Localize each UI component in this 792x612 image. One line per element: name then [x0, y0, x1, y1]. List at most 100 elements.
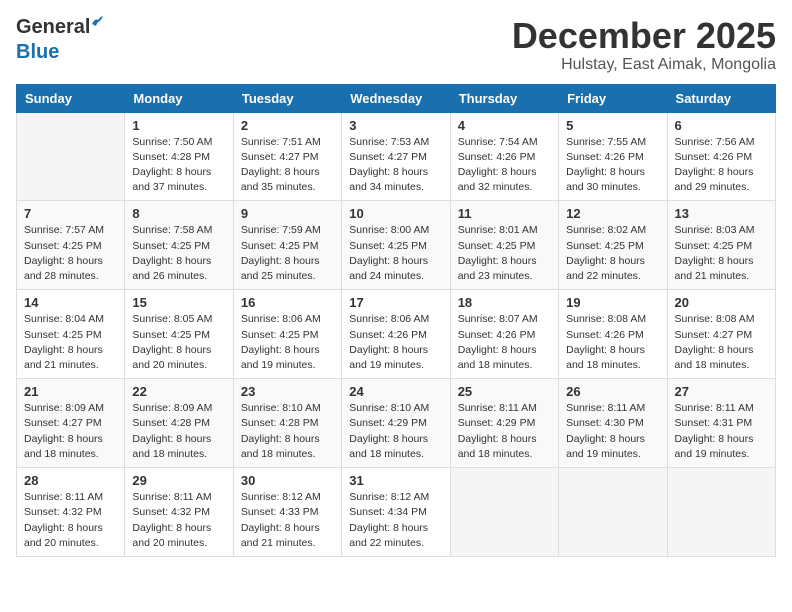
day-info: Sunrise: 8:12 AM Sunset: 4:33 PM Dayligh… [241, 490, 334, 551]
logo: General Blue [16, 16, 90, 64]
calendar-cell: 16 Sunrise: 8:06 AM Sunset: 4:25 PM Dayli… [233, 290, 341, 379]
day-number: 29 [132, 473, 225, 488]
calendar-header-saturday: Saturday [667, 84, 775, 112]
calendar-cell [450, 468, 558, 557]
day-number: 9 [241, 206, 334, 221]
calendar-cell: 4Sunrise: 7:54 AM Sunset: 4:26 PM Daylig… [450, 112, 558, 201]
calendar-cell: 28 Sunrise: 8:11 AM Sunset: 4:32 PM Dayli… [17, 468, 125, 557]
day-info: Sunrise: 8:11 AM Sunset: 4:30 PM Dayligh… [566, 401, 659, 462]
day-info: Sunrise: 8:11 AM Sunset: 4:29 PM Dayligh… [458, 401, 551, 462]
day-info: Sunrise: 8:06 AM Sunset: 4:26 PM Dayligh… [349, 312, 442, 373]
calendar-cell: 20 Sunrise: 8:08 AM Sunset: 4:27 PM Dayli… [667, 290, 775, 379]
calendar-header-wednesday: Wednesday [342, 84, 450, 112]
calendar-header-monday: Monday [125, 84, 233, 112]
day-number: 20 [675, 295, 768, 310]
calendar-week-row: 21Sunrise: 8:09 AM Sunset: 4:27 PM Dayli… [17, 379, 776, 468]
calendar-week-row: 7 Sunrise: 7:57 AM Sunset: 4:25 PM Daylig… [17, 201, 776, 290]
day-info: Sunrise: 7:50 AM Sunset: 4:28 PM Dayligh… [132, 135, 225, 196]
day-number: 4 [458, 118, 551, 133]
day-number: 18 [458, 295, 551, 310]
day-number: 1 [132, 118, 225, 133]
calendar-cell: 2Sunrise: 7:51 AM Sunset: 4:27 PM Daylig… [233, 112, 341, 201]
day-info: Sunrise: 8:09 AM Sunset: 4:28 PM Dayligh… [132, 401, 225, 462]
day-number: 27 [675, 384, 768, 399]
calendar-cell: 30 Sunrise: 8:12 AM Sunset: 4:33 PM Dayli… [233, 468, 341, 557]
calendar-cell: 23 Sunrise: 8:10 AM Sunset: 4:28 PM Dayli… [233, 379, 341, 468]
day-info: Sunrise: 8:11 AM Sunset: 4:32 PM Dayligh… [132, 490, 225, 551]
day-number: 7 [24, 206, 117, 221]
logo-bird-icon [90, 14, 104, 28]
calendar-cell: 21Sunrise: 8:09 AM Sunset: 4:27 PM Dayli… [17, 379, 125, 468]
day-info: Sunrise: 8:10 AM Sunset: 4:28 PM Dayligh… [241, 401, 334, 462]
day-info: Sunrise: 7:57 AM Sunset: 4:25 PM Dayligh… [24, 223, 117, 284]
calendar-cell: 11Sunrise: 8:01 AM Sunset: 4:25 PM Dayli… [450, 201, 558, 290]
day-info: Sunrise: 8:04 AM Sunset: 4:25 PM Dayligh… [24, 312, 117, 373]
calendar-cell: 26 Sunrise: 8:11 AM Sunset: 4:30 PM Dayli… [559, 379, 667, 468]
day-number: 19 [566, 295, 659, 310]
calendar-week-row: 28 Sunrise: 8:11 AM Sunset: 4:32 PM Dayli… [17, 468, 776, 557]
calendar-cell: 24 Sunrise: 8:10 AM Sunset: 4:29 PM Dayli… [342, 379, 450, 468]
day-info: Sunrise: 8:06 AM Sunset: 4:25 PM Dayligh… [241, 312, 334, 373]
calendar-cell: 18 Sunrise: 8:07 AM Sunset: 4:26 PM Dayli… [450, 290, 558, 379]
calendar-cell: 31Sunrise: 8:12 AM Sunset: 4:34 PM Dayli… [342, 468, 450, 557]
calendar-cell: 5 Sunrise: 7:55 AM Sunset: 4:26 PM Daylig… [559, 112, 667, 201]
calendar-cell [667, 468, 775, 557]
calendar-cell: 8 Sunrise: 7:58 AM Sunset: 4:25 PM Daylig… [125, 201, 233, 290]
day-info: Sunrise: 8:12 AM Sunset: 4:34 PM Dayligh… [349, 490, 442, 551]
calendar-week-row: 14 Sunrise: 8:04 AM Sunset: 4:25 PM Dayli… [17, 290, 776, 379]
day-info: Sunrise: 8:05 AM Sunset: 4:25 PM Dayligh… [132, 312, 225, 373]
day-number: 14 [24, 295, 117, 310]
logo-blue: Blue [16, 41, 59, 64]
calendar-header-sunday: Sunday [17, 84, 125, 112]
day-info: Sunrise: 8:11 AM Sunset: 4:32 PM Dayligh… [24, 490, 117, 551]
logo-general: General [16, 16, 90, 38]
calendar-cell: 13Sunrise: 8:03 AM Sunset: 4:25 PM Dayli… [667, 201, 775, 290]
calendar-table: SundayMondayTuesdayWednesdayThursdayFrid… [16, 84, 776, 557]
day-info: Sunrise: 8:00 AM Sunset: 4:25 PM Dayligh… [349, 223, 442, 284]
day-number: 23 [241, 384, 334, 399]
day-info: Sunrise: 7:53 AM Sunset: 4:27 PM Dayligh… [349, 135, 442, 196]
day-number: 6 [675, 118, 768, 133]
day-number: 28 [24, 473, 117, 488]
day-number: 17 [349, 295, 442, 310]
calendar-cell: 10Sunrise: 8:00 AM Sunset: 4:25 PM Dayli… [342, 201, 450, 290]
calendar-cell: 12 Sunrise: 8:02 AM Sunset: 4:25 PM Dayli… [559, 201, 667, 290]
day-number: 2 [241, 118, 334, 133]
day-number: 15 [132, 295, 225, 310]
day-number: 11 [458, 206, 551, 221]
day-info: Sunrise: 7:59 AM Sunset: 4:25 PM Dayligh… [241, 223, 334, 284]
day-info: Sunrise: 7:55 AM Sunset: 4:26 PM Dayligh… [566, 135, 659, 196]
calendar-cell: 14 Sunrise: 8:04 AM Sunset: 4:25 PM Dayli… [17, 290, 125, 379]
day-number: 5 [566, 118, 659, 133]
calendar-cell: 7 Sunrise: 7:57 AM Sunset: 4:25 PM Daylig… [17, 201, 125, 290]
day-info: Sunrise: 8:08 AM Sunset: 4:27 PM Dayligh… [675, 312, 768, 373]
calendar-header-thursday: Thursday [450, 84, 558, 112]
day-number: 30 [241, 473, 334, 488]
day-info: Sunrise: 8:07 AM Sunset: 4:26 PM Dayligh… [458, 312, 551, 373]
day-info: Sunrise: 8:02 AM Sunset: 4:25 PM Dayligh… [566, 223, 659, 284]
day-info: Sunrise: 7:58 AM Sunset: 4:25 PM Dayligh… [132, 223, 225, 284]
day-number: 24 [349, 384, 442, 399]
day-number: 26 [566, 384, 659, 399]
calendar-header-friday: Friday [559, 84, 667, 112]
location-title: Hulstay, East Aimak, Mongolia [512, 56, 776, 74]
day-number: 16 [241, 295, 334, 310]
calendar-cell: 6Sunrise: 7:56 AM Sunset: 4:26 PM Daylig… [667, 112, 775, 201]
calendar-cell: 27Sunrise: 8:11 AM Sunset: 4:31 PM Dayli… [667, 379, 775, 468]
calendar-header-row: SundayMondayTuesdayWednesdayThursdayFrid… [17, 84, 776, 112]
calendar-cell: 17 Sunrise: 8:06 AM Sunset: 4:26 PM Dayli… [342, 290, 450, 379]
month-title: December 2025 [512, 16, 776, 56]
calendar-header-tuesday: Tuesday [233, 84, 341, 112]
day-info: Sunrise: 8:09 AM Sunset: 4:27 PM Dayligh… [24, 401, 117, 462]
calendar-cell: 9 Sunrise: 7:59 AM Sunset: 4:25 PM Daylig… [233, 201, 341, 290]
calendar-cell: 29 Sunrise: 8:11 AM Sunset: 4:32 PM Dayli… [125, 468, 233, 557]
calendar-cell [559, 468, 667, 557]
calendar-cell: 1 Sunrise: 7:50 AM Sunset: 4:28 PM Daylig… [125, 112, 233, 201]
day-number: 8 [132, 206, 225, 221]
calendar-cell: 3Sunrise: 7:53 AM Sunset: 4:27 PM Daylig… [342, 112, 450, 201]
day-number: 13 [675, 206, 768, 221]
day-number: 12 [566, 206, 659, 221]
day-number: 25 [458, 384, 551, 399]
day-info: Sunrise: 8:10 AM Sunset: 4:29 PM Dayligh… [349, 401, 442, 462]
calendar-week-row: 1 Sunrise: 7:50 AM Sunset: 4:28 PM Daylig… [17, 112, 776, 201]
